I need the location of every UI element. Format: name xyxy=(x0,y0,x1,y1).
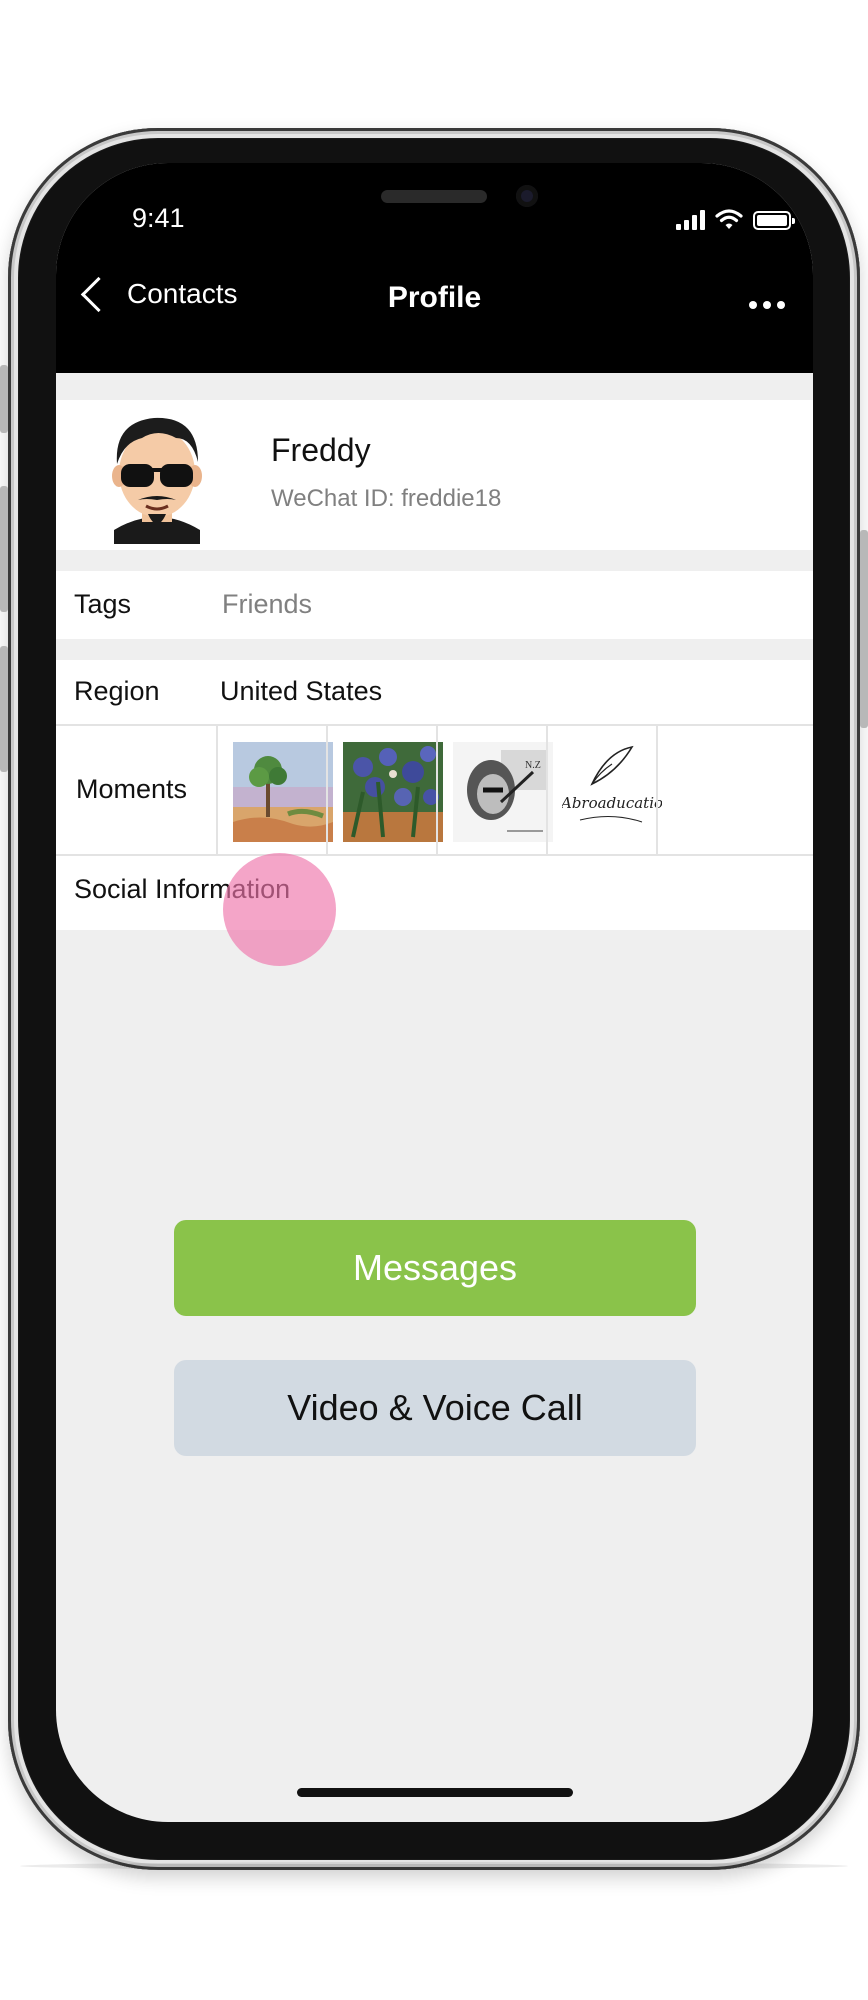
home-indicator[interactable] xyxy=(297,1788,573,1797)
moment-thumbnail[interactable]: Abroaducatio xyxy=(546,726,662,854)
moment-image-irises xyxy=(343,742,443,842)
tags-value: Friends xyxy=(222,589,313,619)
touch-indicator xyxy=(223,853,336,966)
messages-button[interactable]: Messages xyxy=(174,1220,696,1316)
moment-thumbnail[interactable] xyxy=(656,726,813,854)
volume-up-button xyxy=(0,486,8,612)
svg-text:N.Z: N.Z xyxy=(525,760,541,771)
mute-switch xyxy=(0,365,8,433)
speaker xyxy=(381,190,487,203)
contact-name: Freddy xyxy=(271,432,371,468)
page-title: Profile xyxy=(387,281,482,314)
moment-thumbnail[interactable]: N.Z xyxy=(436,726,553,854)
avatar[interactable] xyxy=(102,408,212,544)
volume-down-button xyxy=(0,646,8,772)
front-camera xyxy=(516,185,538,207)
wifi-icon xyxy=(715,209,743,229)
moments-row[interactable]: Moments N.Z Abroaducatio xyxy=(56,724,813,856)
signal-icon xyxy=(676,210,705,230)
region-label: Region xyxy=(74,676,160,706)
moment-image-landscape xyxy=(233,742,333,842)
phone-shadow xyxy=(20,1862,848,1870)
status-time: 9:41 xyxy=(132,203,185,233)
moment-thumbnail[interactable] xyxy=(216,726,333,854)
moment-image-portrait: N.Z xyxy=(453,742,553,842)
social-information-row[interactable]: Social Information xyxy=(56,856,813,930)
moments-label: Moments xyxy=(76,774,188,804)
tags-label: Tags xyxy=(74,589,132,619)
video-voice-call-button[interactable]: Video & Voice Call xyxy=(174,1360,696,1456)
more-dots-icon[interactable] xyxy=(749,301,785,309)
tags-row[interactable]: Tags Friends xyxy=(56,571,813,639)
region-value: United States xyxy=(220,676,383,706)
navigation-bar: 9:41 Contacts Profile xyxy=(56,163,813,373)
battery-icon xyxy=(753,211,795,230)
moment-thumbnail[interactable] xyxy=(326,726,443,854)
wechat-id: WeChat ID: freddie18 xyxy=(271,485,502,512)
status-icons xyxy=(676,208,795,230)
signature-text: Abroaducatio xyxy=(562,794,662,812)
region-row: Region United States xyxy=(56,660,813,724)
profile-card: Freddy WeChat ID: freddie18 xyxy=(56,400,813,550)
moment-image-signature: Abroaducatio xyxy=(562,742,662,842)
phone-screen: 9:41 Contacts Profile Freddy WeChat ID: … xyxy=(56,163,813,1822)
power-button xyxy=(860,530,868,728)
